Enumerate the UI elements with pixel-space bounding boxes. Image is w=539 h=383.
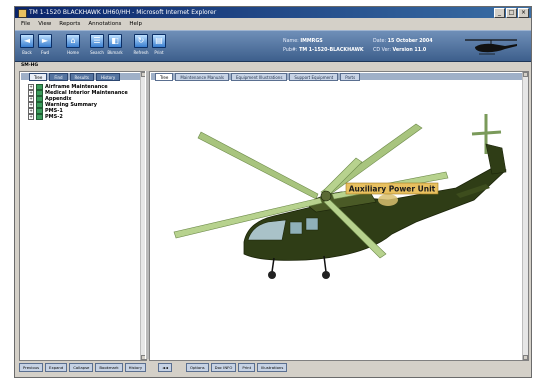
expand-button[interactable]: Expand — [45, 362, 68, 372]
window-title: TM 1-1520 BLACKHAWK UH60/HH - Microsoft … — [29, 9, 217, 16]
bottom-toolbar: Previous Expand Collapse Bookmark Histor… — [15, 361, 531, 373]
menu-help[interactable]: Help — [129, 19, 142, 29]
back-button[interactable]: ◄ Back — [19, 34, 35, 55]
nav-tabs: Tree Find Results History — [21, 73, 145, 81]
search-button[interactable]: ☰ Search — [89, 34, 105, 55]
print-label: Print — [154, 50, 164, 55]
tab-equipment-illustrations[interactable]: Equipment Illustrations — [231, 73, 288, 81]
print-button[interactable]: ▤ Print — [151, 34, 167, 55]
doc-info-left: Name: IMMRGS Pub#: TM 1-1520-BLACKHAWK — [283, 37, 364, 55]
home-button[interactable]: ⌂ Home — [65, 34, 81, 55]
rotor-hub — [320, 190, 332, 202]
tree-item-label: PMS-2 — [45, 114, 63, 120]
menu-view[interactable]: View — [38, 19, 51, 29]
date-label: Date: — [373, 39, 387, 44]
tail-rotor-blade — [471, 130, 502, 136]
tab-tree[interactable]: Tree — [29, 73, 48, 81]
content-scrollbar[interactable] — [522, 72, 528, 360]
cockpit-window — [247, 219, 287, 241]
version-value: Version 11.0 — [392, 48, 427, 53]
expand-icon[interactable]: + — [28, 114, 34, 120]
tree-view: + Airframe Maintenance + Medical Interior … — [28, 84, 128, 120]
forward-button[interactable]: ► Fwd — [37, 34, 53, 55]
tab-content-tree[interactable]: Tree — [155, 73, 174, 81]
version-label: CD Ver: — [373, 48, 391, 53]
doc-info-button[interactable]: Doc INFO — [210, 362, 237, 372]
menu-bar: File View Reports Annotations Help — [15, 19, 531, 29]
pub-label: Pub#: — [283, 48, 298, 53]
tree-item-pms2[interactable]: + PMS-2 — [28, 114, 128, 120]
banner-helicopter-logo — [465, 39, 517, 55]
print-icon: ▤ — [152, 34, 166, 48]
app-icon — [18, 9, 27, 18]
print-bottom-button[interactable]: Print — [238, 362, 256, 372]
bookmark-icon: ◧ — [108, 34, 122, 48]
wheel — [322, 271, 330, 279]
search-icon: ☰ — [90, 34, 104, 48]
tab-support-equipment[interactable]: Support Equipment — [289, 73, 339, 81]
bookmark-label: Bkmark — [107, 50, 123, 55]
menu-reports[interactable]: Reports — [59, 19, 80, 29]
doc-info-right: Date: 15 October 2004 CD Ver: Version 11… — [373, 37, 433, 55]
location-bar: SM-HG — [21, 63, 39, 68]
maximize-button[interactable]: □ — [506, 8, 517, 18]
home-label: Home — [67, 50, 79, 55]
title-bar: TM 1-1520 BLACKHAWK UH60/HH - Microsoft … — [15, 7, 531, 18]
tab-history[interactable]: History — [96, 73, 121, 81]
scroll-down-button[interactable] — [523, 355, 528, 360]
cabin-window — [289, 221, 303, 235]
cabin-window — [305, 217, 319, 231]
book-icon — [36, 114, 43, 120]
name-value: IMMRGS — [300, 39, 323, 44]
home-icon: ⌂ — [66, 34, 80, 48]
date-value: 15 October 2004 — [387, 39, 433, 44]
helicopter-illustration: Auxiliary Power Unit — [173, 114, 507, 279]
menu-annotations[interactable]: Annotations — [88, 19, 121, 29]
refresh-button[interactable]: ↻ Refresh — [133, 34, 149, 55]
tab-maintenance-manuals[interactable]: Maintenance Manuals — [175, 73, 229, 81]
tab-find[interactable]: Find — [49, 73, 68, 81]
main-rotor-blade — [197, 131, 319, 200]
content-tabs: Tree Maintenance Manuals Equipment Illus… — [151, 73, 527, 81]
forward-label: Fwd — [40, 50, 50, 55]
collapse-button[interactable]: Collapse — [69, 362, 94, 372]
minimize-button[interactable]: _ — [494, 8, 505, 18]
bookmark-button[interactable]: ◧ Bkmark — [107, 34, 123, 55]
content-pane: Tree Maintenance Manuals Equipment Illus… — [149, 71, 529, 361]
back-arrow-icon: ◄ — [20, 34, 34, 48]
apu-callout-label[interactable]: Auxiliary Power Unit — [349, 185, 436, 194]
tab-results[interactable]: Results — [69, 73, 94, 81]
wheel — [268, 271, 276, 279]
forward-arrow-icon: ► — [38, 34, 52, 48]
back-label: Back — [22, 50, 32, 55]
search-label: Search — [90, 50, 104, 55]
tab-parts[interactable]: Parts — [340, 73, 361, 81]
scroll-up-button[interactable] — [523, 72, 528, 77]
options-button[interactable]: Options — [186, 362, 209, 372]
history-button[interactable]: History — [124, 362, 147, 372]
previous-button[interactable]: Previous — [19, 362, 44, 372]
illustrations-button[interactable]: Illustrations — [257, 362, 288, 372]
close-button[interactable]: × — [518, 8, 529, 18]
app-banner: ◄ Back ► Fwd ⌂ Home ☰ Search ◧ Bkmark ↻ … — [15, 30, 531, 62]
page-back-button[interactable]: ◄◄ — [158, 362, 172, 372]
apu-highlight — [378, 194, 398, 206]
pub-value: TM 1-1520-BLACKHAWK — [299, 48, 364, 53]
browser-window: TM 1-1520 BLACKHAWK UH60/HH - Microsoft … — [14, 6, 532, 378]
navigation-pane: Tree Find Results History + Airframe Main… — [19, 71, 147, 361]
bookmark-bottom-button[interactable]: Bookmark — [95, 362, 123, 372]
menu-file[interactable]: File — [21, 19, 30, 29]
name-label: Name: — [283, 39, 299, 44]
refresh-label: Refresh — [133, 50, 149, 55]
refresh-icon: ↻ — [134, 34, 148, 48]
